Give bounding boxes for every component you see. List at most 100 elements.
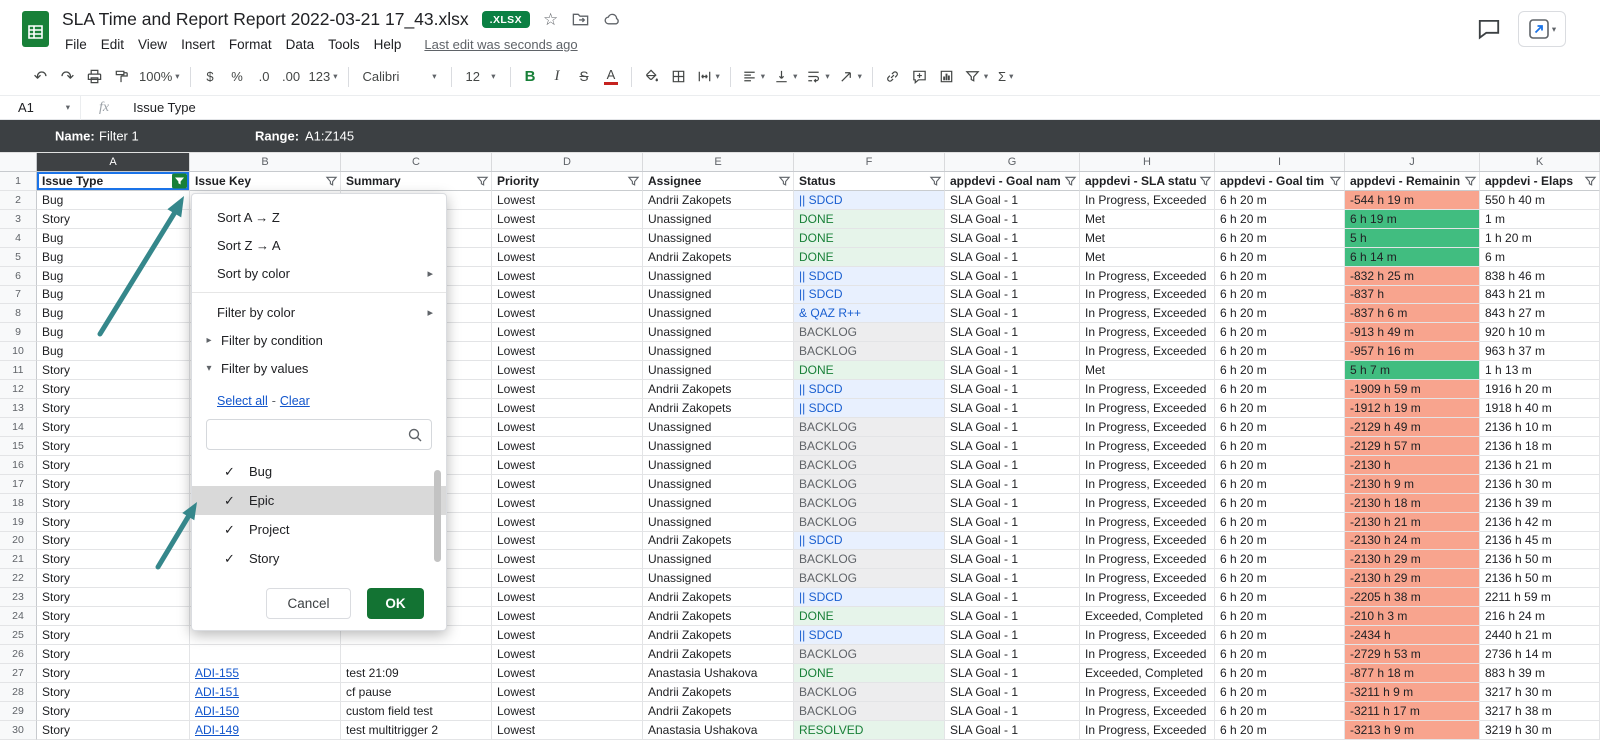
cell-priority[interactable]: Lowest — [492, 399, 643, 418]
cell-goal-time[interactable]: 6 h 20 m — [1215, 475, 1345, 494]
cell-status[interactable]: DONE — [794, 210, 945, 229]
formula-input[interactable]: Issue Type — [133, 100, 196, 115]
cell-goal-time[interactable]: 6 h 20 m — [1215, 399, 1345, 418]
cell-priority[interactable]: Lowest — [492, 532, 643, 551]
cell-goal-time[interactable]: 6 h 20 m — [1215, 607, 1345, 626]
cell-status[interactable]: BACKLOG — [794, 418, 945, 437]
strikethrough-button[interactable]: S — [572, 64, 597, 90]
row-number-3[interactable]: 3 — [0, 210, 37, 229]
cell-assignee[interactable]: Andrii Zakopets — [643, 248, 794, 267]
row-number-26[interactable]: 26 — [0, 645, 37, 664]
percent-format-button[interactable]: % — [225, 64, 250, 90]
cell-goal-name[interactable]: SLA Goal - 1 — [945, 437, 1080, 456]
cell-issue-key[interactable]: ADI-151 — [190, 683, 341, 702]
text-rotation-button[interactable]: ▾ — [835, 64, 865, 90]
filter-icon-issue-type[interactable] — [172, 173, 187, 188]
cell-goal-time[interactable]: 6 h 20 m — [1215, 342, 1345, 361]
cell-remaining-time[interactable]: -837 h 6 m — [1345, 304, 1480, 323]
cell-issue-type[interactable]: Story — [37, 494, 190, 513]
cell-goal-name[interactable]: SLA Goal - 1 — [945, 267, 1080, 286]
merge-cells-button[interactable]: ▾ — [693, 64, 723, 90]
star-icon[interactable]: ☆ — [543, 11, 558, 28]
column-header-g[interactable]: G — [945, 153, 1080, 171]
cell-elapsed-time[interactable]: 2136 h 30 m — [1480, 475, 1600, 494]
header-cell-appdevi-remainin[interactable]: appdevi - Remainin — [1345, 172, 1480, 191]
cell-elapsed-time[interactable]: 3219 h 30 m — [1480, 721, 1600, 740]
cell-assignee[interactable]: Unassigned — [643, 304, 794, 323]
cell-summary[interactable]: test multitrigger 2 — [341, 721, 492, 740]
cell-assignee[interactable]: Andrii Zakopets — [643, 588, 794, 607]
cancel-button[interactable]: Cancel — [266, 588, 351, 619]
cell-assignee[interactable]: Unassigned — [643, 418, 794, 437]
cell-status[interactable]: BACKLOG — [794, 494, 945, 513]
column-header-i[interactable]: I — [1215, 153, 1345, 171]
cell-remaining-time[interactable]: -957 h 16 m — [1345, 342, 1480, 361]
cell-goal-time[interactable]: 6 h 20 m — [1215, 437, 1345, 456]
row-number-24[interactable]: 24 — [0, 607, 37, 626]
row-number-25[interactable]: 25 — [0, 626, 37, 645]
cell-goal-time[interactable]: 6 h 20 m — [1215, 210, 1345, 229]
cell-issue-type[interactable]: Story — [37, 361, 190, 380]
cell-goal-time[interactable]: 6 h 20 m — [1215, 380, 1345, 399]
cell-sla-status[interactable]: In Progress, Exceeded — [1080, 532, 1215, 551]
cell-assignee[interactable]: Unassigned — [643, 323, 794, 342]
header-cell-appdevi-goal-nam[interactable]: appdevi - Goal nam — [945, 172, 1080, 191]
cell-assignee[interactable]: Unassigned — [643, 475, 794, 494]
vertical-align-button[interactable]: ▾ — [770, 64, 800, 90]
cell-status[interactable]: || SDCD — [794, 286, 945, 305]
create-filter-button[interactable]: ▾ — [961, 64, 991, 90]
cell-remaining-time[interactable]: -2130 h 29 m — [1345, 550, 1480, 569]
cell-remaining-time[interactable]: -3211 h 17 m — [1345, 702, 1480, 721]
row-number-12[interactable]: 12 — [0, 380, 37, 399]
cell-goal-time[interactable]: 6 h 20 m — [1215, 532, 1345, 551]
cell-assignee[interactable]: Unassigned — [643, 342, 794, 361]
cell-priority[interactable]: Lowest — [492, 210, 643, 229]
cell-issue-type[interactable]: Story — [37, 721, 190, 740]
cell-sla-status[interactable]: In Progress, Exceeded — [1080, 475, 1215, 494]
cell-goal-time[interactable]: 6 h 20 m — [1215, 626, 1345, 645]
row-number-18[interactable]: 18 — [0, 494, 37, 513]
text-wrap-button[interactable]: ▾ — [802, 64, 832, 90]
filter-name-value[interactable]: Filter 1 — [99, 129, 139, 144]
undo-button[interactable]: ↶ — [28, 64, 53, 90]
cell-assignee[interactable]: Unassigned — [643, 361, 794, 380]
borders-button[interactable] — [666, 64, 691, 90]
zoom-select[interactable]: 100% ▾ — [136, 64, 183, 90]
cell-assignee[interactable]: Andrii Zakopets — [643, 645, 794, 664]
cell-priority[interactable]: Lowest — [492, 248, 643, 267]
cell-sla-status[interactable]: In Progress, Exceeded — [1080, 513, 1215, 532]
cell-goal-name[interactable]: SLA Goal - 1 — [945, 607, 1080, 626]
row-number-27[interactable]: 27 — [0, 664, 37, 683]
cell-sla-status[interactable]: In Progress, Exceeded — [1080, 399, 1215, 418]
cell-elapsed-time[interactable]: 2736 h 14 m — [1480, 645, 1600, 664]
cell-sla-status[interactable]: In Progress, Exceeded — [1080, 342, 1215, 361]
cell-elapsed-time[interactable]: 1 h 13 m — [1480, 361, 1600, 380]
column-header-a[interactable]: A — [37, 153, 190, 171]
cell-sla-status[interactable]: In Progress, Exceeded — [1080, 494, 1215, 513]
menu-file[interactable]: File — [58, 34, 94, 55]
cell-status[interactable]: RESOLVED — [794, 721, 945, 740]
cell-status[interactable]: DONE — [794, 607, 945, 626]
cell-issue-type[interactable]: Story — [37, 210, 190, 229]
cell-assignee[interactable]: Unassigned — [643, 437, 794, 456]
cell-priority[interactable]: Lowest — [492, 664, 643, 683]
more-formats-button[interactable]: 123 ▾ — [306, 64, 341, 90]
cell-elapsed-time[interactable]: 843 h 21 m — [1480, 286, 1600, 305]
column-header-b[interactable]: B — [190, 153, 341, 171]
row-number-5[interactable]: 5 — [0, 248, 37, 267]
cell-assignee[interactable]: Andrii Zakopets — [643, 191, 794, 210]
cell-issue-type[interactable]: Story — [37, 645, 190, 664]
cell-priority[interactable]: Lowest — [492, 588, 643, 607]
cell-priority[interactable]: Lowest — [492, 702, 643, 721]
cell-issue-type[interactable]: Story — [37, 437, 190, 456]
filter-icon-appdevi-sla-statu[interactable] — [1199, 174, 1212, 187]
cell-issue-type[interactable]: Story — [37, 607, 190, 626]
cell-sla-status[interactable]: In Progress, Exceeded — [1080, 721, 1215, 740]
cell-issue-type[interactable]: Bug — [37, 304, 190, 323]
cell-goal-time[interactable]: 6 h 20 m — [1215, 456, 1345, 475]
cell-status[interactable]: || SDCD — [794, 267, 945, 286]
header-cell-appdevi-sla-statu[interactable]: appdevi - SLA statu — [1080, 172, 1215, 191]
row-number-14[interactable]: 14 — [0, 418, 37, 437]
cell-elapsed-time[interactable]: 2136 h 10 m — [1480, 418, 1600, 437]
menu-item-sort-by-color[interactable]: Sort by color ▸ — [192, 259, 446, 287]
